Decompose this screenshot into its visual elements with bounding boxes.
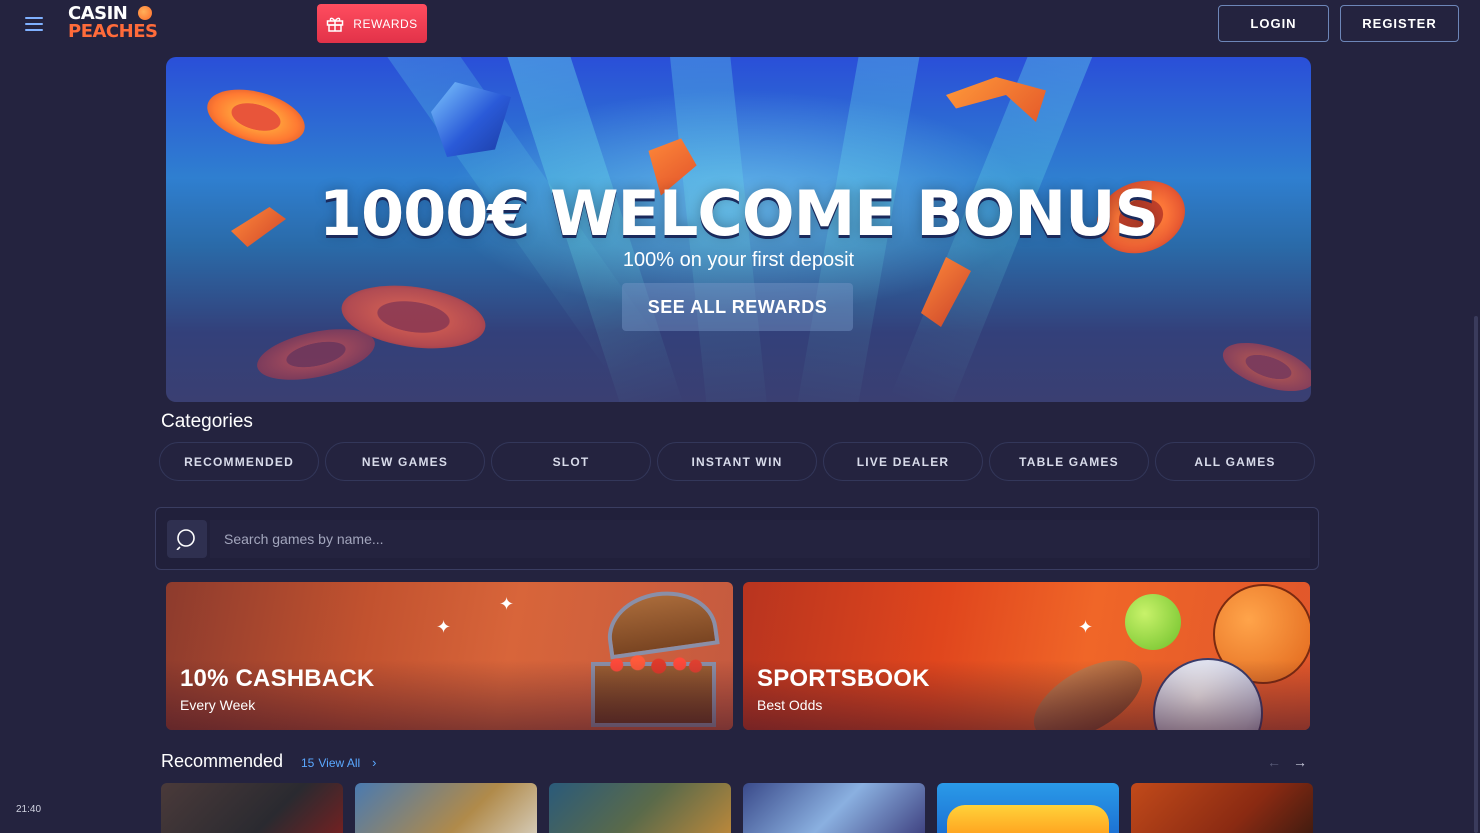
search-bar (155, 507, 1319, 570)
game-tile[interactable] (743, 783, 925, 833)
cashback-subtitle: Every Week (180, 697, 256, 713)
category-tabs: RECOMMENDED NEW GAMES SLOT INSTANT WIN L… (159, 442, 1319, 482)
category-instant-win[interactable]: INSTANT WIN (657, 442, 817, 481)
login-button[interactable]: LOGIN (1218, 5, 1329, 42)
coin-decoration (201, 79, 311, 155)
arrow-left-icon[interactable]: ← (1264, 752, 1284, 772)
game-tile[interactable] (355, 783, 537, 833)
chevron-right-icon: › (372, 755, 377, 770)
sportsbook-subtitle: Best Odds (757, 697, 823, 713)
scrollbar[interactable] (1474, 316, 1478, 833)
game-tile[interactable] (937, 783, 1119, 833)
sparkle-decoration: ✦ (499, 594, 515, 614)
rewards-label: REWARDS (353, 16, 418, 31)
recommended-heading: Recommended (161, 751, 284, 771)
hero-title: 1000€ WELCOME BONUS (318, 177, 1159, 250)
sparkle-decoration: ✦ (1078, 617, 1094, 637)
register-button[interactable]: REGISTER (1340, 5, 1459, 42)
gift-icon (326, 16, 344, 32)
coin-decoration (252, 320, 380, 389)
thunder-logo (947, 805, 1109, 833)
rewards-button[interactable]: REWARDS (317, 4, 427, 43)
sportsbook-title: SPORTSBOOK (757, 665, 930, 692)
view-all-label: View All (318, 755, 361, 770)
hero-subtitle: 100% on your first deposit (622, 249, 855, 271)
clock: 21:40 (16, 804, 42, 815)
casino-peaches-logo[interactable]: CASIN PEACHES (68, 5, 158, 43)
cashback-promo-card[interactable]: ✦ ✦ 10% CASHBACK Every Week (166, 582, 733, 730)
category-table-games[interactable]: TABLE GAMES (989, 442, 1149, 481)
hamburger-menu-icon[interactable] (22, 14, 46, 34)
coin-decoration (1217, 333, 1311, 401)
sportsbook-promo-card[interactable]: ✦ SPORTSBOOK Best Odds (743, 582, 1310, 730)
search-input[interactable] (210, 520, 1310, 558)
tennis-ball-icon (1125, 594, 1181, 650)
category-recommended[interactable]: RECOMMENDED (159, 442, 319, 481)
cashback-title: 10% CASHBACK (180, 665, 375, 692)
view-all-link[interactable]: 15 View All › (301, 755, 377, 770)
arrow-right-icon[interactable]: → (1290, 752, 1310, 772)
category-all-games[interactable]: ALL GAMES (1155, 442, 1315, 481)
game-tile[interactable] (1131, 783, 1313, 833)
game-tile[interactable] (549, 783, 731, 833)
top-bar: CASIN PEACHES REWARDS LOGIN REGISTER (0, 0, 1480, 48)
welcome-bonus-banner[interactable]: 1000€ WELCOME BONUS 100% on your first d… (166, 57, 1311, 402)
category-live-dealer[interactable]: LIVE DEALER (823, 442, 983, 481)
categories-heading: Categories (161, 411, 253, 432)
see-all-rewards-button[interactable]: SEE ALL REWARDS (622, 283, 853, 331)
sparkle-decoration: ✦ (436, 617, 452, 637)
search-icon[interactable] (167, 520, 207, 558)
category-slot[interactable]: SLOT (491, 442, 651, 481)
game-tile[interactable] (161, 783, 343, 833)
category-new-games[interactable]: NEW GAMES (325, 442, 485, 481)
recommended-count: 15 (301, 755, 315, 770)
peach-icon (138, 6, 152, 20)
